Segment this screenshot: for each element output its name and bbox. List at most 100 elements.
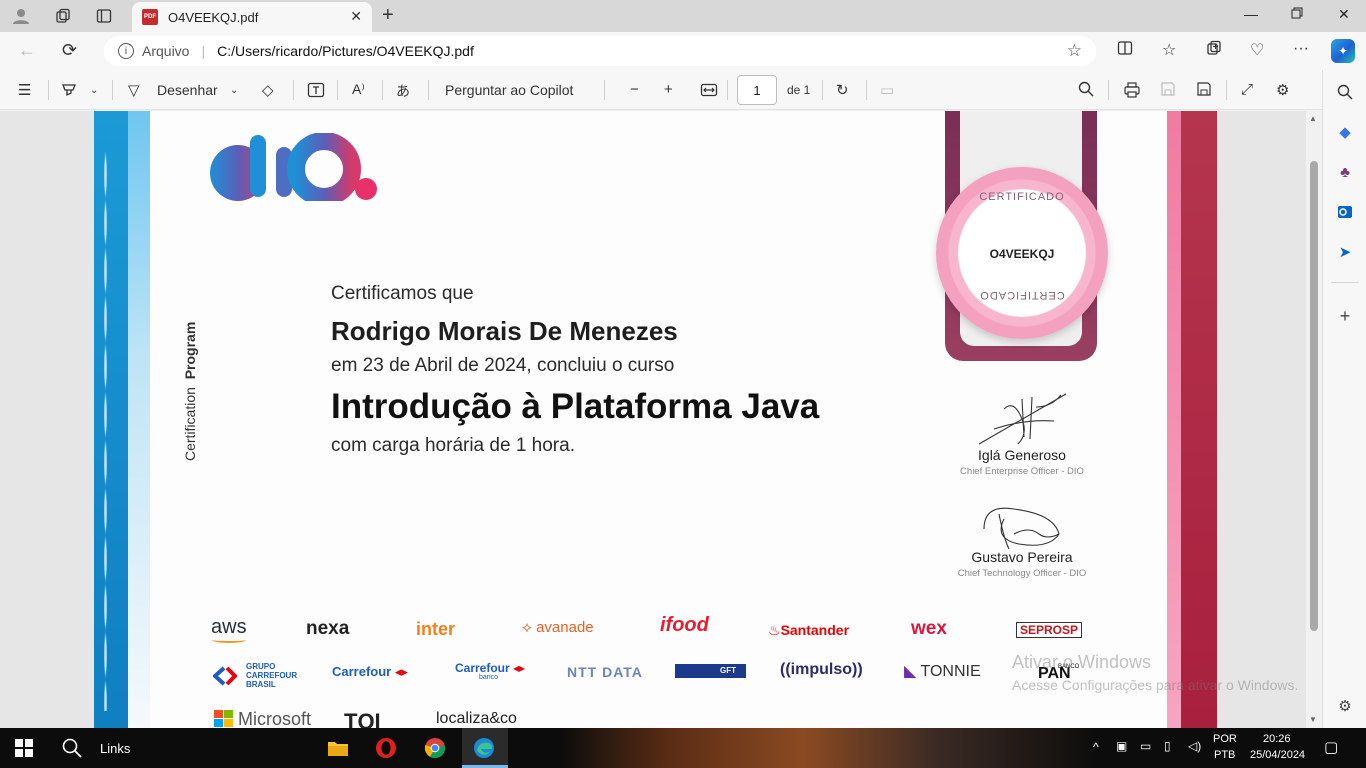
workspaces-icon[interactable] [52,5,74,27]
toolbar-divider [428,80,429,100]
taskbar-search-label[interactable]: Links [100,741,130,756]
sidebar-search-icon[interactable] [1335,82,1355,102]
vertical-scrollbar[interactable]: ▲ ▼ [1306,111,1322,728]
contents-icon[interactable]: ☰ [18,81,31,99]
highlight-chevron-down-icon[interactable]: ⌄ [90,85,98,96]
chrome-icon[interactable] [423,736,447,760]
partner-logo-impulso: ((impulso)) [780,661,863,678]
eraser-icon[interactable]: ◇ [262,81,274,99]
partner-logo-grupo-carrefour: GRUPO CARREFOUR BRASIL [246,662,298,689]
read-aloud-icon[interactable]: A⁾ [352,81,365,98]
notifications-icon[interactable]: ▢ [1324,738,1338,756]
outlook-icon[interactable] [1335,202,1355,222]
opera-icon[interactable] [374,736,398,760]
page-view-icon[interactable]: ▭ [880,81,894,99]
add-sidebar-app-icon[interactable]: + [1335,306,1355,326]
edge-sidebar: ◆ ♣ ➤ + ⚙ [1322,70,1366,728]
close-tab-icon[interactable]: ✕ [350,8,362,25]
pdf-viewer: Certification Program Certificamos que R… [0,111,1322,728]
partner-logo-inter: inter [416,619,456,639]
language-bottom[interactable]: PTB [1214,749,1235,761]
taskbar-search-icon[interactable] [60,736,84,760]
info-icon[interactable]: i [118,43,134,59]
tray-battery-icon[interactable]: ▯ [1164,739,1171,753]
seal-label-top: CERTIFICADO [979,191,1065,203]
tray-expand-icon[interactable]: ^ [1093,740,1099,754]
favorites-icon[interactable]: ☆ [1162,40,1176,60]
close-window-icon[interactable]: ✕ [1338,6,1350,23]
scroll-up-icon[interactable]: ▲ [1309,114,1317,123]
zoom-out-icon[interactable]: − [630,81,639,98]
toolbar-divider [382,80,383,100]
clock-time[interactable]: 20:26 [1263,733,1291,745]
ask-copilot-button[interactable]: Perguntar ao Copilot [445,82,573,98]
zoom-in-icon[interactable]: + [664,81,673,98]
scrollbar-thumb[interactable] [1310,161,1318,631]
certification-program-label: Certification Program [182,321,198,461]
profile-icon[interactable] [10,5,32,27]
partner-logo-nexa: nexa [306,618,350,639]
settings-gear-icon[interactable]: ⚙ [1276,81,1289,99]
full-screen-icon[interactable]: ⤢ [1241,81,1253,98]
fit-to-width-icon[interactable] [700,81,718,103]
tools-icon[interactable]: ♣ [1335,162,1355,182]
tray-security-icon[interactable]: ▣ [1116,739,1127,753]
partner-logo-seprosp: SEPROSP [1016,622,1083,638]
shopping-tag-icon[interactable]: ◆ [1335,122,1355,142]
save-icon[interactable] [1160,81,1176,101]
add-text-icon[interactable] [307,81,325,103]
favorite-star-icon[interactable]: ☆ [1067,41,1082,61]
more-menu-icon[interactable]: ··· [1293,40,1309,58]
new-tab-icon[interactable]: + [382,4,394,27]
highlight-icon[interactable] [60,81,78,103]
left-decor-dots [104,151,107,711]
send-icon[interactable]: ➤ [1335,242,1355,262]
tray-network-icon[interactable]: ▭ [1140,739,1151,753]
tab-actions-icon[interactable] [93,5,115,27]
taskbar: Links ^ ▣ ▭ ▯ ◁) POR PTB 20:26 25/04/202… [0,728,1366,768]
search-icon[interactable] [1078,81,1094,101]
translate-icon[interactable]: あ [396,81,410,101]
scroll-down-icon[interactable]: ▼ [1309,715,1317,724]
partner-logo-microsoft: Microsoft [238,709,312,728]
certificate-page: Certification Program Certificamos que R… [94,111,1217,728]
save-as-icon[interactable] [1196,81,1212,101]
collections-icon[interactable] [1206,40,1222,61]
browser-essentials-icon[interactable]: ♡ [1250,40,1264,60]
minimize-icon[interactable]: — [1244,6,1258,22]
completion-date: em 23 de Abril de 2024, concluiu o curso [331,355,675,376]
rotate-icon[interactable]: ↻ [836,81,849,99]
dio-logo [210,132,380,206]
tab-pdf[interactable]: PDF O4VEEKQJ.pdf ✕ [132,2,372,32]
copilot-icon[interactable]: ✦ [1331,39,1355,63]
clock-date[interactable]: 25/04/2024 [1250,749,1305,761]
edge-icon[interactable] [472,736,496,760]
address-url[interactable]: C:/Users/ricardo/Pictures/O4VEEKQJ.pdf [217,43,474,59]
partner-logo-localiza: localiza&co [436,710,517,727]
restore-icon[interactable] [1291,6,1303,22]
draw-chevron-down-icon[interactable]: ⌄ [230,85,238,96]
split-screen-icon[interactable] [1117,40,1133,61]
print-icon[interactable] [1123,81,1141,103]
address-divider: | [201,43,206,59]
refresh-icon[interactable]: ⟳ [62,40,77,61]
page-count: de 1 [787,83,811,97]
toolbar-divider [337,80,338,100]
partner-logo-tonnie: ◣ TONNIE [904,663,981,680]
draw-icon[interactable]: ▽ [128,81,140,99]
signer-1-name: Iglá Generoso [978,447,1066,463]
address-bar[interactable]: i Arquivo | C:/Users/ricardo/Pictures/O4… [104,36,1096,66]
seal-label-bottom: CERTIFICADO [979,289,1065,301]
draw-button[interactable]: Desenhar [157,82,218,98]
microsoft-squares-icon [214,710,234,728]
sidebar-settings-icon[interactable]: ⚙ [1335,696,1355,716]
tab-strip: PDF O4VEEKQJ.pdf ✕ + — ✕ [0,0,1366,32]
partner-logo-aws: aws [211,616,247,638]
tray-volume-icon[interactable]: ◁) [1188,739,1201,753]
file-explorer-icon[interactable] [326,736,350,760]
partner-logo-gft: GFT [675,664,746,678]
page-number-input[interactable]: 1 [737,75,777,105]
language-top[interactable]: POR [1213,733,1237,745]
windows-start-icon[interactable] [12,736,36,760]
back-icon[interactable]: ← [18,40,36,61]
